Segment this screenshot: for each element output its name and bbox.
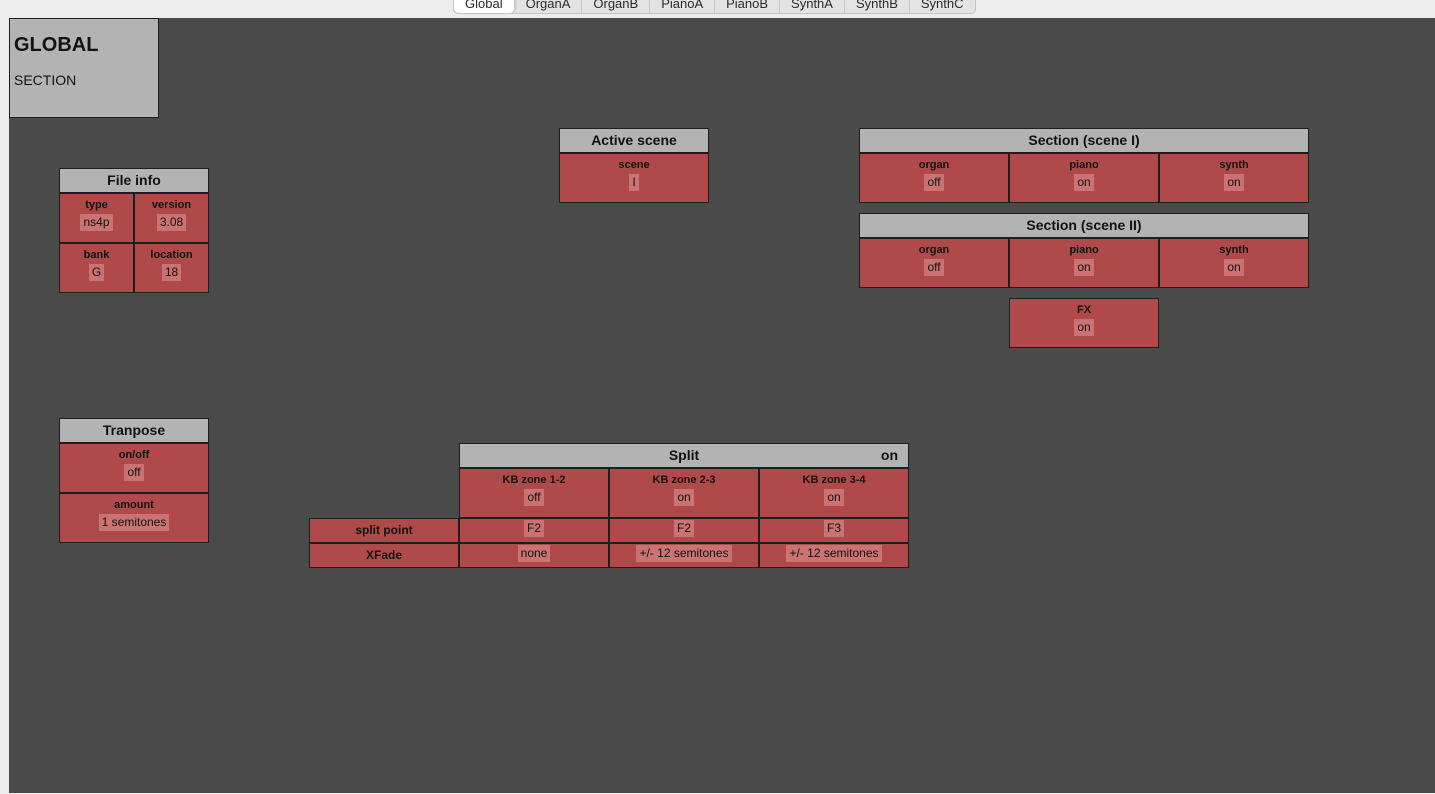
fx-cell: FX on — [1009, 298, 1159, 348]
kb-zone-2-3-cell: KB zone 2-3 on — [609, 468, 759, 518]
page-subtitle: SECTION — [14, 72, 77, 88]
split-point-3-4-cell: F3 — [759, 518, 909, 543]
xfade-row-label: XFade — [309, 543, 459, 568]
scene1-piano-value[interactable]: on — [1074, 174, 1094, 191]
file-version-cell: version 3.08 — [134, 193, 209, 243]
scene2-synth-value[interactable]: on — [1224, 259, 1244, 276]
section-title-box: GLOBAL SECTION — [9, 18, 159, 118]
page-title: GLOBAL — [14, 34, 99, 56]
kb-zone-2-3-label: KB zone 2-3 — [652, 474, 716, 486]
transpose-amount-value[interactable]: 1 semitones — [98, 514, 170, 531]
file-location-cell: location 18 — [134, 243, 209, 293]
kb-zone-1-2-label: KB zone 1-2 — [502, 474, 566, 486]
tab-bar: Global OrganA OrganB PianoA PianoB Synth… — [453, 0, 976, 14]
scene2-piano-label: piano — [1069, 244, 1099, 256]
split-title: Split — [668, 447, 700, 463]
split-point-row-label: split point — [309, 518, 459, 543]
kb-zone-1-2-cell: KB zone 1-2 off — [459, 468, 609, 518]
file-type-label: type — [85, 199, 108, 211]
xfade-1-2-cell: none — [459, 543, 609, 568]
xfade-3-4-cell: +/- 12 semitones — [759, 543, 909, 568]
section-scene1-header: Section (scene I) — [859, 128, 1309, 153]
tab-synthb[interactable]: SynthB — [845, 0, 910, 13]
active-scene-header: Active scene — [559, 128, 709, 153]
split-header: Split on — [459, 443, 909, 468]
file-version-value[interactable]: 3.08 — [156, 214, 187, 231]
fx-value[interactable]: on — [1074, 319, 1094, 336]
kb-zone-1-2-value[interactable]: off — [524, 489, 544, 506]
tab-pianob[interactable]: PianoB — [715, 0, 781, 13]
scene2-synth-label: synth — [1219, 244, 1249, 256]
tab-organa[interactable]: OrganA — [515, 0, 583, 13]
transpose-onoff-cell: on/off off — [59, 443, 209, 493]
transpose-onoff-value[interactable]: off — [124, 464, 144, 481]
split-point-3-4-value[interactable]: F3 — [823, 520, 844, 537]
active-scene-label: scene — [618, 159, 650, 171]
tab-organb[interactable]: OrganB — [582, 0, 651, 13]
scene2-piano-cell: piano on — [1009, 238, 1159, 288]
transpose-amount-label: amount — [114, 499, 154, 511]
scene2-organ-label: organ — [918, 244, 950, 256]
kb-zone-3-4-label: KB zone 3-4 — [802, 474, 866, 486]
split-point-1-2-value[interactable]: F2 — [523, 520, 544, 537]
split-point-2-3-value[interactable]: F2 — [673, 520, 694, 537]
kb-zone-3-4-value[interactable]: on — [824, 489, 844, 506]
file-bank-label: bank — [83, 249, 110, 261]
xfade-2-3-cell: +/- 12 semitones — [609, 543, 759, 568]
xfade-1-2-value[interactable]: none — [517, 545, 551, 562]
kb-zone-3-4-cell: KB zone 3-4 on — [759, 468, 909, 518]
split-point-2-3-cell: F2 — [609, 518, 759, 543]
scene1-piano-cell: piano on — [1009, 153, 1159, 203]
xfade-2-3-value[interactable]: +/- 12 semitones — [636, 545, 732, 562]
scene1-organ-label: organ — [918, 159, 950, 171]
split-point-label: split point — [355, 523, 413, 537]
section-scene2-header: Section (scene II) — [859, 213, 1309, 238]
tab-synthc[interactable]: SynthC — [910, 0, 975, 13]
scene1-organ-cell: organ off — [859, 153, 1009, 203]
split-state[interactable]: on — [881, 444, 898, 467]
scene1-organ-value[interactable]: off — [924, 174, 944, 191]
transpose-header: Tranpose — [59, 418, 209, 443]
split-point-1-2-cell: F2 — [459, 518, 609, 543]
scene2-piano-value[interactable]: on — [1074, 259, 1094, 276]
kb-zone-2-3-value[interactable]: on — [674, 489, 694, 506]
fx-label: FX — [1076, 304, 1092, 316]
file-bank-value[interactable]: G — [88, 264, 105, 281]
file-location-label: location — [150, 249, 193, 261]
main-canvas: GLOBAL SECTION File info type ns4p versi… — [9, 18, 1435, 793]
transpose-onoff-label: on/off — [118, 449, 150, 461]
transpose-amount-cell: amount 1 semitones — [59, 493, 209, 543]
file-location-value[interactable]: 18 — [161, 264, 182, 281]
tab-global[interactable]: Global — [454, 0, 515, 13]
active-scene-cell: scene I — [559, 153, 709, 203]
xfade-label: XFade — [365, 548, 402, 562]
scene2-synth-cell: synth on — [1159, 238, 1309, 288]
file-type-cell: type ns4p — [59, 193, 134, 243]
scene2-organ-value[interactable]: off — [924, 259, 944, 276]
tab-syntha[interactable]: SynthA — [780, 0, 845, 13]
file-bank-cell: bank G — [59, 243, 134, 293]
scene1-piano-label: piano — [1069, 159, 1099, 171]
tab-pianoa[interactable]: PianoA — [650, 0, 716, 13]
file-info-header: File info — [59, 168, 209, 193]
scene2-organ-cell: organ off — [859, 238, 1009, 288]
scene1-synth-value[interactable]: on — [1224, 174, 1244, 191]
xfade-3-4-value[interactable]: +/- 12 semitones — [786, 545, 882, 562]
active-scene-value[interactable]: I — [629, 174, 639, 191]
scene1-synth-cell: synth on — [1159, 153, 1309, 203]
scene1-synth-label: synth — [1219, 159, 1249, 171]
file-type-value[interactable]: ns4p — [80, 214, 113, 231]
file-version-label: version — [151, 199, 192, 211]
